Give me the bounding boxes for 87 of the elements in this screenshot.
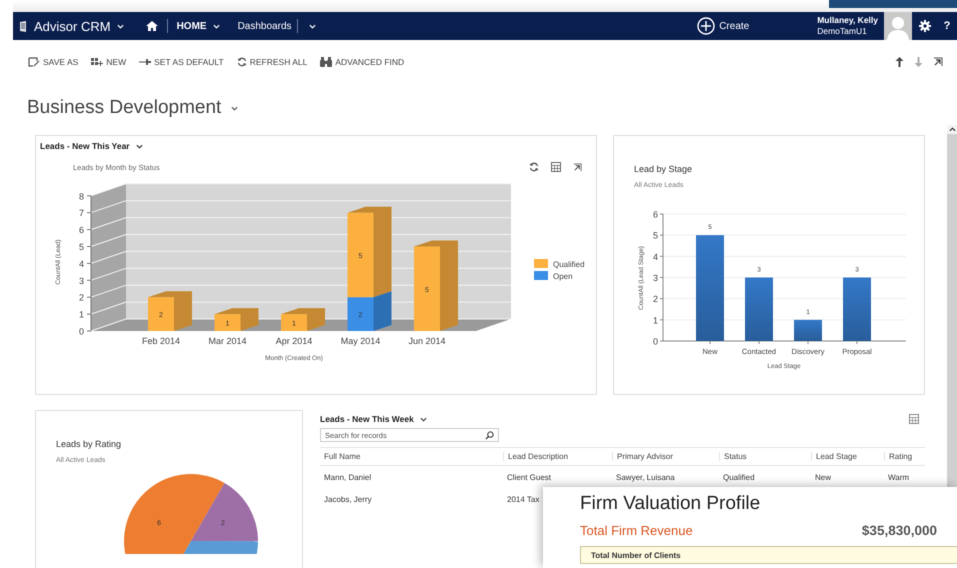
chevron-icon[interactable] — [231, 106, 238, 110]
chart-bar — [794, 320, 822, 341]
table-cell-text: Client Guest — [506, 472, 552, 482]
document-icon — [20, 20, 28, 32]
tick-label: Mar 2014 — [208, 336, 247, 346]
table-cell-text: 2014 Tax — [506, 494, 540, 504]
table-cell-text: Sawyer, Luisana — [615, 472, 675, 482]
expand-icon[interactable] — [573, 162, 582, 172]
table-cell-text: Warm — [887, 472, 910, 482]
column-header[interactable]: Status — [719, 452, 811, 461]
tick-label: 3 — [652, 273, 658, 283]
tick-label: 6 — [652, 210, 658, 220]
chart-title: Lead by Stage — [634, 164, 694, 174]
column-header[interactable]: Lead Description — [503, 452, 612, 461]
view-title[interactable]: Leads - New This Year — [40, 141, 130, 151]
tick-label: 8 — [78, 191, 84, 202]
help-button[interactable]: ? — [937, 20, 957, 32]
refresh-icon — [529, 162, 539, 172]
table-icon[interactable] — [551, 162, 561, 172]
nav-link[interactable]: Dashboards — [238, 20, 292, 32]
legend-label: Qualified — [553, 260, 585, 269]
settings-icon[interactable] — [918, 20, 930, 32]
create-button[interactable]: Create — [697, 17, 750, 35]
command-button[interactable]: SET AS DEFAULT — [139, 57, 224, 67]
chevron-icon[interactable] — [420, 416, 427, 422]
tick-label: 0 — [78, 326, 84, 336]
tick-label: Feb 2014 — [142, 336, 180, 346]
tick-label: Apr 2014 — [276, 336, 312, 346]
tick-label: Jun 2014 — [408, 336, 446, 346]
plus-circle-icon — [697, 17, 716, 35]
legend-label: Open — [553, 272, 573, 281]
table-cell-text: Qualified — [722, 472, 755, 482]
table-cell-text: Jacobs, Jerry — [323, 494, 372, 504]
chart-bar — [843, 278, 871, 341]
metric-label: Total Firm Revenue — [580, 523, 693, 538]
tick-label: 2 — [78, 292, 84, 303]
tick-label: 3 — [78, 276, 84, 286]
home-icon[interactable] — [146, 21, 158, 31]
command-button[interactable]: NEW — [91, 57, 126, 67]
search-icon[interactable] — [485, 430, 494, 440]
tick-label: 1 — [78, 310, 84, 320]
binoculars-icon — [320, 57, 332, 67]
pin-icon — [139, 57, 152, 67]
tick-label: 5 — [78, 242, 84, 252]
chart-bar — [281, 314, 307, 331]
tick-label: 6 — [78, 225, 84, 236]
arrow-up-icon[interactable] — [895, 57, 904, 67]
dashboard-title[interactable]: Business Development — [27, 97, 222, 119]
card-title: Firm Valuation Profile — [580, 493, 762, 515]
tick-label: 0 — [652, 336, 658, 346]
tick-label: 5 — [652, 230, 658, 241]
table-cell-text: Mann, Daniel — [323, 472, 372, 482]
tick-label: 7 — [78, 208, 84, 218]
column-header[interactable]: Lead Stage — [811, 452, 884, 461]
user-org: DemoTamU1 — [817, 26, 868, 37]
tick-label: May 2014 — [340, 336, 380, 346]
chevron-icon[interactable] — [136, 144, 143, 148]
command-button[interactable]: REFRESH ALL — [236, 57, 308, 67]
scrollbar[interactable] — [947, 125, 957, 487]
expand-icon[interactable] — [933, 57, 943, 67]
chart-bar — [214, 314, 240, 331]
metric-value: $35,830,000 — [862, 523, 937, 538]
command-button[interactable]: SAVE AS — [28, 57, 78, 67]
column-header[interactable]: Primary Advisor — [612, 452, 719, 461]
table-icon[interactable] — [909, 414, 919, 424]
tick-label: 4 — [652, 252, 658, 262]
tick-label: 1 — [652, 315, 658, 326]
row-label: Total Number of Clients — [591, 550, 681, 560]
grid-plus-icon — [91, 57, 104, 67]
command-button[interactable]: ADVANCED FIND — [320, 57, 404, 67]
app-name[interactable]: Advisor CRM — [34, 18, 111, 34]
tick-label: 2 — [652, 294, 658, 304]
user-name[interactable]: Mullaney, Kelly — [817, 15, 878, 26]
tick-label: 4 — [78, 258, 84, 269]
column-header[interactable]: Full Name — [320, 452, 503, 461]
refresh-icon — [236, 57, 247, 67]
save-as-icon — [28, 57, 40, 67]
legend-swatch — [534, 271, 548, 280]
legend-swatch — [534, 259, 548, 268]
view-title[interactable]: Leads - New This Week — [320, 414, 414, 424]
column-header[interactable]: Rating — [884, 452, 925, 461]
nav-menu[interactable]: HOME — [176, 20, 207, 32]
chart-bar — [745, 278, 773, 341]
table-cell-text: New — [814, 472, 832, 482]
caret-up-icon[interactable] — [948, 127, 956, 132]
chart-bar — [148, 297, 174, 331]
chart-title: Leads by Rating — [56, 439, 122, 449]
